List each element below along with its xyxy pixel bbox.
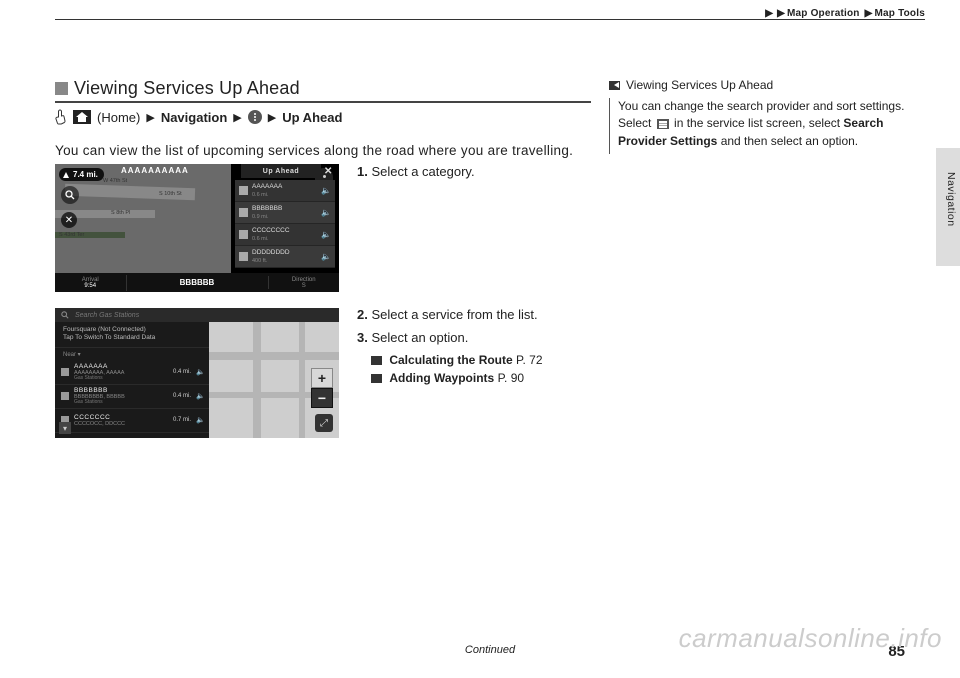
chevron-right-icon: ▶ bbox=[268, 111, 276, 124]
breadcrumb: ▶▶Map Operation ▶Map Tools bbox=[55, 8, 925, 19]
near-label: Near ▾ bbox=[55, 348, 209, 361]
speaker-icon: 🔈 bbox=[321, 186, 331, 195]
home-icon bbox=[73, 110, 91, 124]
speaker-icon[interactable]: 🔈 bbox=[196, 392, 205, 400]
category-icon bbox=[239, 252, 248, 261]
category-item[interactable]: AAAAAAA0.6 mi.🔈 bbox=[235, 180, 335, 202]
close-panel-icon[interactable]: ✕ bbox=[324, 166, 335, 177]
poi-icon bbox=[61, 392, 69, 400]
category-list: AAAAAAA0.6 mi.🔈 BBBBBBB0.9 mi.🔈 CCCCCCCC… bbox=[235, 180, 335, 268]
xref-icon bbox=[371, 374, 382, 383]
chevron-right-icon: ▶ bbox=[233, 111, 241, 124]
xref-icon bbox=[371, 356, 382, 365]
search-bar[interactable]: Search Gas Stations bbox=[55, 308, 339, 322]
panel-header: Up Ahead bbox=[241, 164, 321, 178]
zoom-in-button[interactable]: + bbox=[311, 368, 333, 388]
note-icon bbox=[609, 81, 620, 90]
street-label: W 47th St bbox=[103, 178, 127, 184]
speaker-icon[interactable]: 🔈 bbox=[196, 368, 205, 376]
category-item[interactable]: BBBBBBB0.9 mi.🔈 bbox=[235, 202, 335, 224]
screenshot-map-categories: W 47th St S 10th St S 8th Pl S 43rd Ter … bbox=[55, 164, 339, 292]
cross-reference: Adding Waypoints P. 90 bbox=[371, 371, 591, 385]
map-view[interactable]: + − ⤢ bbox=[209, 322, 339, 438]
speaker-icon: 🔈 bbox=[321, 252, 331, 261]
navigation-path: (Home) ▶ Navigation ▶ ▶ Up Ahead bbox=[55, 109, 591, 125]
page-number: 85 bbox=[888, 643, 905, 660]
category-icon bbox=[239, 230, 248, 239]
heading-square-icon bbox=[55, 82, 68, 95]
screenshot-service-list: Search Gas Stations + − ⤢ bbox=[55, 308, 339, 438]
zoom-controls: + − bbox=[311, 368, 333, 408]
category-item[interactable]: CCCCCCCC0.6 mi.🔈 bbox=[235, 224, 335, 246]
tap-icon bbox=[55, 109, 67, 125]
street-label: S 43rd Ter bbox=[59, 232, 84, 238]
category-item[interactable]: DDDDDDDD400 ft.🔈 bbox=[235, 246, 335, 268]
search-icon bbox=[61, 311, 69, 319]
menu-icon bbox=[657, 119, 669, 129]
path-up-ahead: Up Ahead bbox=[282, 110, 342, 125]
path-home-label: (Home) bbox=[97, 110, 140, 125]
search-icon[interactable] bbox=[61, 186, 79, 204]
section-heading: Viewing Services Up Ahead bbox=[55, 78, 591, 103]
note-heading: Viewing Services Up Ahead bbox=[609, 78, 925, 92]
provider-notice[interactable]: Foursquare (Not Connected)Tap To Switch … bbox=[55, 322, 209, 348]
arrow-up-icon bbox=[63, 172, 69, 178]
expand-map-icon[interactable]: ⤢ bbox=[315, 414, 333, 432]
step-1: 1. Select a category. bbox=[357, 164, 591, 179]
distance-pill[interactable]: 7.4 mi. bbox=[59, 168, 104, 181]
poi-icon bbox=[61, 368, 69, 376]
service-list-item[interactable]: AAAAAAAAAAAAAAA, AAAAAGas Stations0.4 mi… bbox=[55, 361, 209, 385]
header-divider bbox=[55, 19, 925, 20]
step-2: 2. Select a service from the list. bbox=[357, 307, 591, 322]
path-navigation: Navigation bbox=[161, 110, 227, 125]
speaker-icon: 🔈 bbox=[321, 208, 331, 217]
zoom-out-button[interactable]: − bbox=[311, 388, 333, 408]
cross-reference: Calculating the Route P. 72 bbox=[371, 353, 591, 367]
step-3: 3. Select an option. bbox=[357, 330, 591, 345]
footer: Continued bbox=[55, 644, 925, 656]
speaker-icon: 🔈 bbox=[321, 230, 331, 239]
note-body: You can change the search provider and s… bbox=[609, 98, 925, 154]
service-list-item[interactable]: CCCCCCCCCCCOCC, DDCCC0.7 mi.🔈 bbox=[55, 409, 209, 433]
category-icon bbox=[239, 186, 248, 195]
intro-paragraph: You can view the list of upcoming servic… bbox=[55, 143, 591, 158]
status-bar: Arrival9:54 BBBBBB DirectionS bbox=[55, 273, 339, 292]
service-list-item[interactable]: BBBBBBBBBBBBBBB, BBBBBGas Stations0.4 mi… bbox=[55, 385, 209, 409]
chevron-right-icon: ▶ bbox=[146, 111, 154, 124]
category-icon bbox=[239, 208, 248, 217]
destination-label: AAAAAAAAAA bbox=[121, 166, 189, 175]
speaker-icon[interactable]: 🔈 bbox=[196, 416, 205, 424]
close-icon[interactable]: ✕ bbox=[61, 212, 77, 228]
section-tab-label: Navigation bbox=[945, 172, 957, 227]
more-options-icon bbox=[248, 110, 262, 124]
menu-handle-icon[interactable]: ▾ bbox=[59, 422, 71, 434]
street-label: S 8th Pl bbox=[111, 210, 130, 216]
street-label: S 10th St bbox=[159, 191, 182, 197]
